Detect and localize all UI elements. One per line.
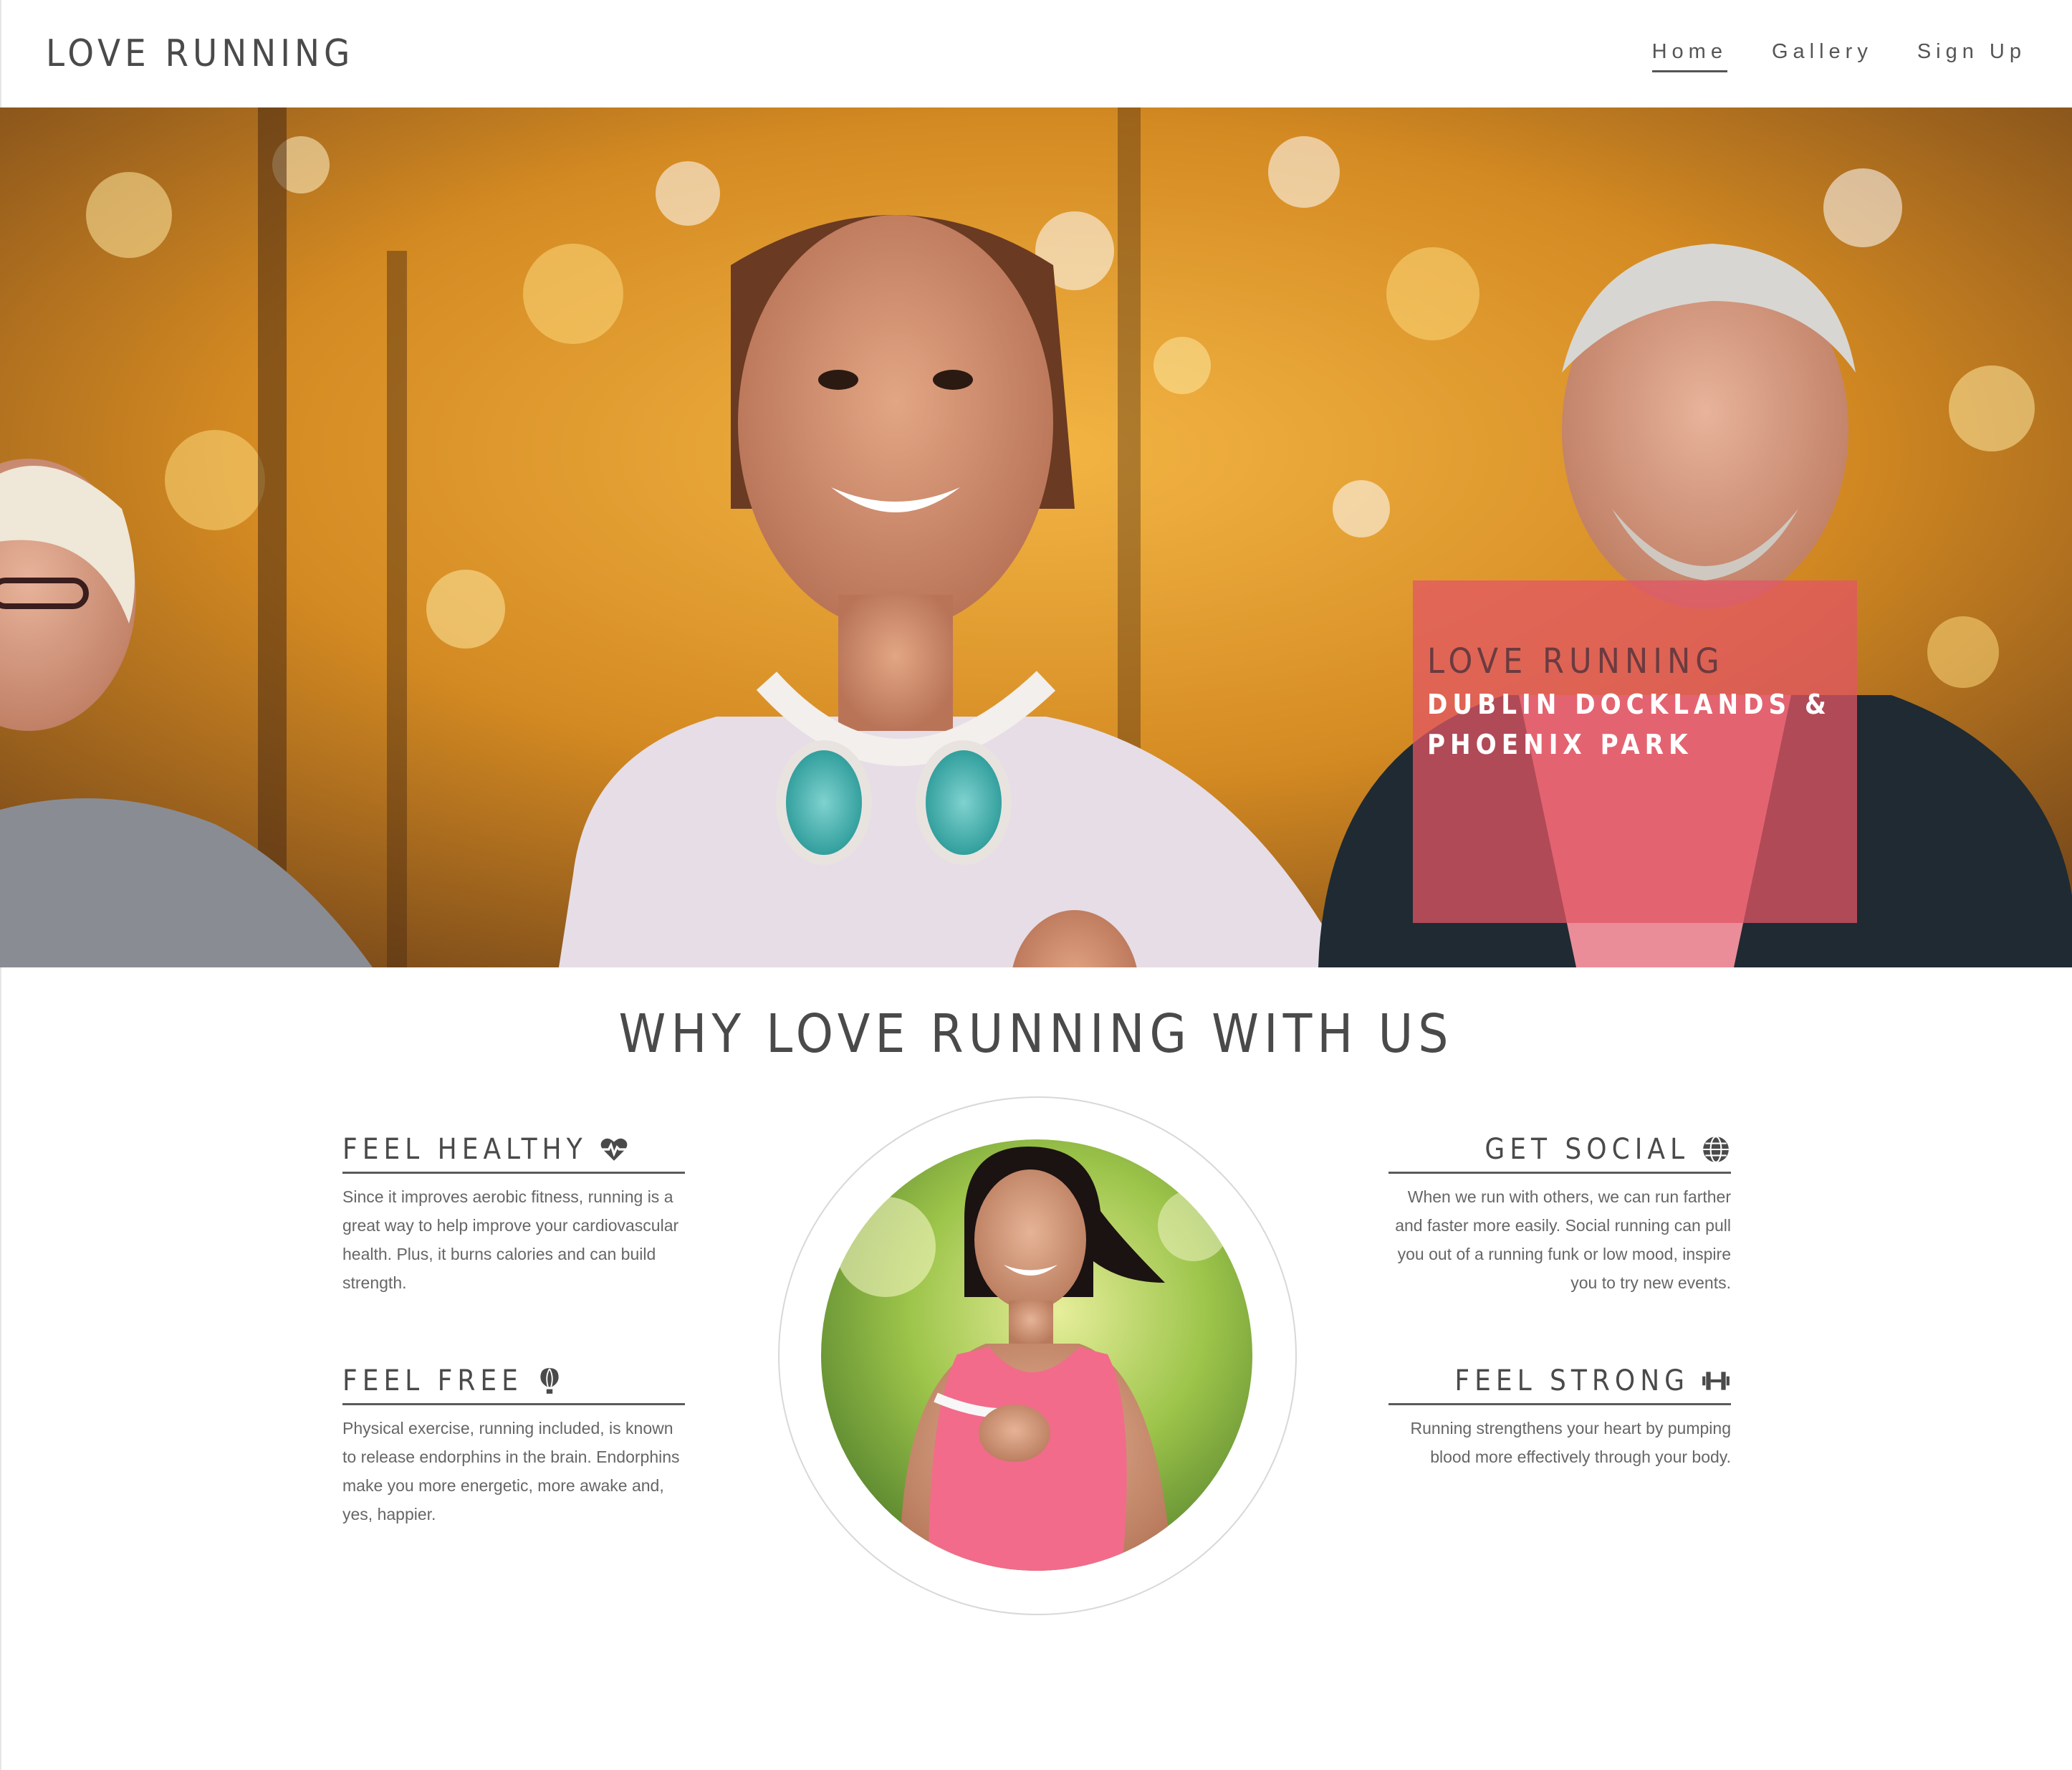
feature-header: FEEL STRONG <box>1388 1361 1731 1405</box>
hero-title: LOVE RUNNING <box>1427 641 1725 681</box>
feature-description: Since it improves aerobic fitness, runni… <box>342 1187 679 1292</box>
feature-title: FEEL STRONG <box>1454 1364 1689 1397</box>
feature-description: Running strengthens your heart by pumpin… <box>1410 1419 1731 1466</box>
feature-description: When we run with others, we can run fart… <box>1395 1187 1731 1292</box>
feature-get-social: GET SOCIAL When we run with others, we c… <box>1388 1129 1731 1297</box>
nav-home-link[interactable]: Home <box>1651 37 1727 72</box>
feature-description: Physical exercise, running included, is … <box>342 1419 680 1523</box>
feature-title: FEEL HEALTHY <box>342 1132 587 1166</box>
hero-overlay-box: LOVE RUNNING DUBLIN DOCKLANDS & PHOENIX … <box>1413 580 1857 923</box>
main-nav: Home Gallery Sign Up <box>1651 37 2026 72</box>
feature-feel-strong: FEEL STRONG Running strengthens your hea… <box>1388 1361 1731 1471</box>
hot-air-balloon-icon <box>540 1367 559 1394</box>
feature-feel-free: FEEL FREE Physical exercise, running inc… <box>342 1361 685 1529</box>
heartbeat-icon <box>600 1138 627 1161</box>
site-logo[interactable]: LOVE RUNNING <box>46 29 354 79</box>
feature-header: FEEL FREE <box>342 1361 685 1405</box>
dumbbell-icon <box>1702 1371 1730 1390</box>
runner-photo <box>821 1139 1252 1571</box>
feature-header: GET SOCIAL <box>1388 1129 1731 1174</box>
feature-title: FEEL FREE <box>342 1364 523 1397</box>
site-header: LOVE RUNNING Home Gallery Sign Up <box>0 0 2072 107</box>
hero-subtitle-line1: DUBLIN DOCKLANDS & <box>1427 689 1831 720</box>
page-left-border <box>0 967 1 1770</box>
runner-circle-photo <box>821 1139 1252 1571</box>
hero-banner: LOVE RUNNING DUBLIN DOCKLANDS & PHOENIX … <box>0 107 2072 967</box>
nav-signup-link[interactable]: Sign Up <box>1917 37 2026 72</box>
feature-feel-healthy: FEEL HEALTHY Since it improves aerobic f… <box>342 1129 685 1297</box>
hero-subtitle-line2: PHOENIX PARK <box>1427 729 1693 760</box>
section-title: WHY LOVE RUNNING WITH US <box>618 1003 1454 1065</box>
globe-icon <box>1703 1135 1729 1163</box>
feature-title: GET SOCIAL <box>1485 1132 1689 1166</box>
nav-gallery-link[interactable]: Gallery <box>1772 37 1873 72</box>
feature-header: FEEL HEALTHY <box>342 1129 685 1174</box>
